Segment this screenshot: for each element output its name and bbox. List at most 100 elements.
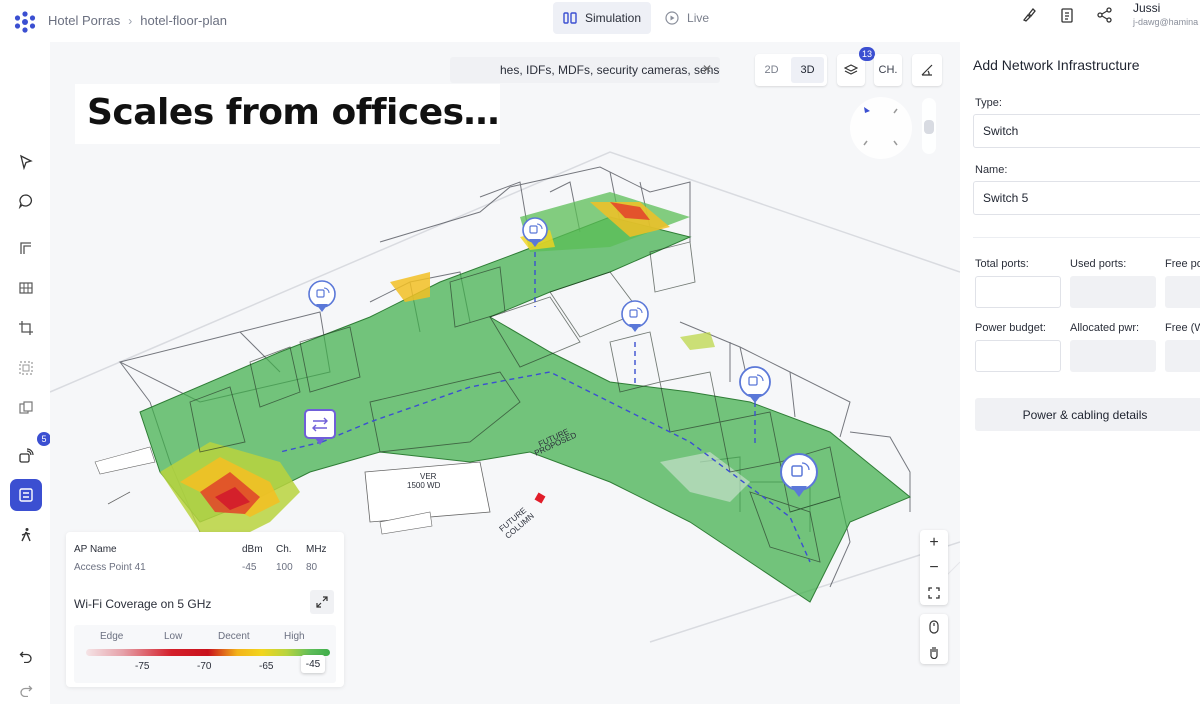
used-ports-label: Used ports: [1070,258,1127,270]
access-point-count-badge: 5 [37,432,51,446]
user-name: Jussi [1133,1,1161,15]
mouse-mode-button[interactable] [920,614,948,639]
live-mode-button[interactable]: Live [655,2,719,34]
dashed-square-icon [19,361,33,375]
channel-button[interactable]: CH. [874,54,902,86]
comment-tool[interactable] [10,185,42,217]
view-3d-button[interactable]: 3D [791,57,824,83]
name-label: Name: [975,164,1008,176]
view-2d-button[interactable]: 2D [755,54,788,86]
brush-icon[interactable] [1020,6,1038,24]
expand-button[interactable] [310,590,334,614]
breadcrumb-floor-plan[interactable]: hotel-floor-plan [140,13,227,28]
layers-count-badge: 13 [859,47,876,61]
app-logo-icon[interactable] [14,11,36,33]
coverage-title: Wi-Fi Coverage on 5 GHz [74,597,212,611]
user-handle: j-dawg@hamina [1133,17,1199,27]
total-ports-input[interactable] [975,276,1061,308]
redo-icon [20,685,33,697]
area-tool[interactable] [10,272,42,304]
dimension-toggle: 2D 3D [755,54,827,86]
channel-cell: 100 [276,561,293,573]
ap-info-panel: AP Name dBm Ch. MHz Access Point 41 -45 … [66,532,344,687]
free-ports-label: Free po [1165,258,1200,270]
free-power-value [1165,340,1200,372]
undo-icon [19,651,32,663]
legend-tick-65: -65 [259,661,274,672]
coverage-gradient-bar[interactable] [86,649,330,656]
region-tool[interactable] [10,352,42,384]
layers-icon [844,64,858,75]
col-dbm: dBm [242,543,263,555]
undo-button[interactable] [10,640,42,672]
legend-edge: Edge [100,631,124,642]
expand-icon [316,596,328,608]
zoom-out-button[interactable]: − [920,555,948,580]
simulation-mode-button[interactable]: Simulation [553,2,652,34]
ap-table: AP Name dBm Ch. MHz Access Point 41 -45 … [74,540,336,576]
access-point-tool[interactable] [10,440,42,472]
orbit-compass[interactable] [850,97,912,159]
mouse-icon [929,619,939,634]
play-circle-icon [665,11,679,25]
ruler-angle-icon [921,64,933,76]
network-infrastructure-tool[interactable] [10,479,42,511]
crop-tool[interactable] [10,312,42,344]
compass-icon [863,107,898,146]
copy-tool[interactable] [10,392,42,424]
app-window: Hotel Porras › hotel-floor-plan Simulati… [0,0,1200,704]
simulation-icon [563,12,577,24]
type-select[interactable]: Switch [973,114,1200,148]
share-icon[interactable] [1096,6,1114,24]
live-label: Live [687,11,710,25]
free-ports-value [1165,276,1200,308]
power-cabling-details-button[interactable]: Power & cabling details [975,398,1200,431]
pan-mode-button[interactable] [920,639,948,664]
simulation-label: Simulation [585,11,642,25]
breadcrumb-project[interactable]: Hotel Porras [48,13,120,28]
wall-icon [20,242,31,254]
select-tool[interactable] [10,146,42,178]
filter-chip[interactable]: hes, IDFs, MDFs, security cameras, senso… [450,57,720,83]
legend-threshold-handle[interactable]: -45 [301,655,325,673]
access-point-icon [19,448,34,463]
plan-label-ver-sub: 1500 WD [407,481,441,490]
close-icon[interactable]: ✕ [702,62,712,76]
legend-tick-75: -75 [135,661,150,672]
user-menu[interactable]: Jussi j-dawg@hamina [1133,1,1198,29]
tilt-slider[interactable] [922,98,936,154]
panel-title: Add Network Infrastructure [973,57,1140,73]
table-row[interactable]: Access Point 41 -45 100 80 [74,558,336,576]
allocated-power-value [1070,340,1156,372]
comment-icon [18,194,32,209]
wall-tool[interactable] [10,232,42,264]
clipboard-icon[interactable] [1058,6,1076,24]
name-field[interactable]: Switch 5 [973,181,1200,215]
tilt-slider-handle[interactable] [924,120,934,134]
redo-button[interactable] [10,674,42,704]
grid-icon [19,282,33,294]
free-power-label: Free (W [1165,322,1200,334]
video-caption: Scales from offices… [75,84,500,144]
top-bar: Hotel Porras › hotel-floor-plan Simulati… [0,0,1200,42]
plan-label-ver: VER [420,472,437,481]
ap-name-cell: Access Point 41 [74,561,146,573]
mode-switch: Simulation Live [553,2,719,34]
walk-tool[interactable] [10,519,42,551]
mhz-cell: 80 [306,561,318,573]
zoom-in-button[interactable]: + [920,530,948,555]
fullscreen-icon [928,586,940,599]
floor-plan-canvas[interactable]: VER 1500 WD FUTURE PROPOSED FUTURE COLUM… [50,42,960,704]
power-budget-input[interactable] [975,340,1061,372]
total-ports-label: Total ports: [975,258,1029,270]
left-toolbar: 5 [0,42,51,704]
crop-icon [19,321,33,335]
measure-button[interactable] [912,54,942,86]
hand-icon [930,646,938,659]
type-label: Type: [975,97,1002,109]
switch-icon [19,488,33,502]
legend-high: High [284,631,305,642]
allocated-power-label: Allocated pwr: [1070,322,1140,334]
fit-screen-button[interactable] [920,580,948,605]
legend-decent: Decent [218,631,250,642]
